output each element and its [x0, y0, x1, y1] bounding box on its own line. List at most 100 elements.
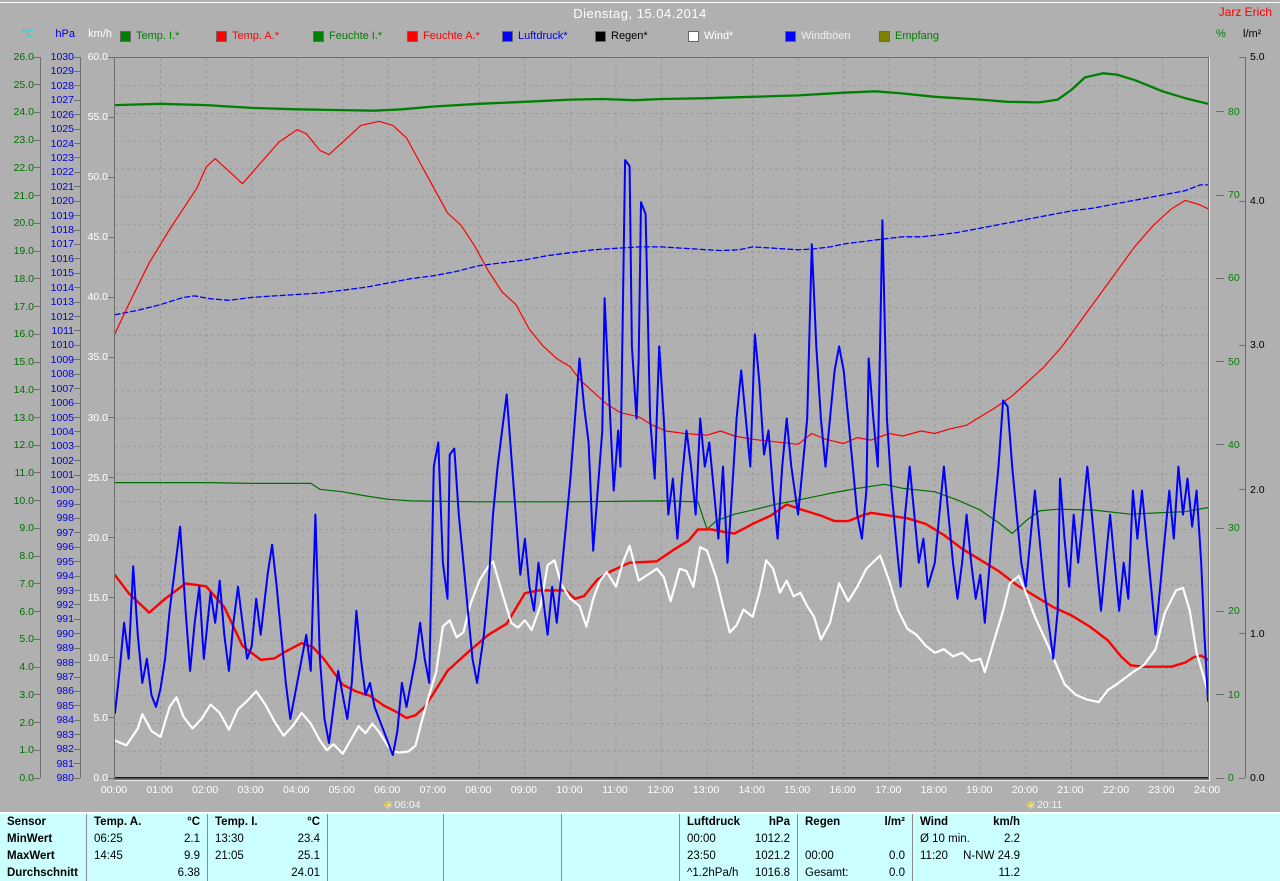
hpa-axis-tick-label: 999 — [56, 498, 74, 511]
cel-axis-tick — [34, 389, 40, 391]
table-cell-time: 23:50 — [687, 850, 716, 862]
hpa-axis-tick — [74, 114, 80, 116]
wind-axis-unit-label: km/h — [88, 28, 112, 40]
table-column-regen: Regen l/m² 00:00 0.0 Gesamt: 0.0 — [797, 814, 912, 881]
hpa-axis-tick — [74, 143, 80, 145]
pct-axis-tick-label: 50 — [1228, 355, 1240, 368]
hpa-axis-tick — [74, 171, 80, 173]
pct-axis-tick — [1216, 610, 1224, 612]
hpa-axis-tick-label: 990 — [56, 627, 74, 640]
table-cell-value: 1016.8 — [754, 867, 790, 879]
hpa-axis-tick — [74, 258, 80, 260]
kmh-axis-tick-label: 35.0 — [87, 351, 108, 364]
hpa-axis-tick — [74, 215, 80, 217]
time-tick-label: 23:00 — [1148, 784, 1175, 796]
hpa-axis-tick-label: 997 — [56, 526, 74, 539]
cel-axis-tick-label: 23.0 — [13, 134, 34, 147]
legend-item-label: Empfang — [895, 30, 940, 42]
cel-axis-tick-label: 1.0 — [19, 744, 34, 757]
time-tick-label: 24:00 — [1193, 784, 1221, 796]
cel-axis-tick-label: 11.0 — [14, 466, 34, 479]
legend-item-1[interactable]: Temp. A.* — [216, 30, 279, 42]
hpa-axis-tick — [74, 243, 80, 245]
hpa-axis-tick — [74, 590, 80, 592]
cel-axis-tick — [34, 195, 40, 197]
table-cell-value: 2.2 — [1004, 833, 1020, 845]
table-cell-time: 13:30 — [215, 833, 244, 845]
legend-swatch-icon — [407, 30, 418, 42]
temp-axis-unit-label: °C — [21, 28, 34, 40]
legend-item-4[interactable]: Luftdruck* — [502, 30, 568, 42]
hpa-axis-tick-label: 1027 — [50, 94, 74, 107]
hpa-axis-tick-label: 1024 — [50, 137, 74, 150]
table-cell-time: 00:00 — [687, 833, 716, 845]
cel-axis-tick-label: 0.0 — [19, 772, 34, 784]
cel-axis-tick — [34, 111, 40, 113]
table-cell-time: 21:05 — [215, 850, 244, 862]
rain-axis-unit-label: l/m² — [1243, 28, 1262, 40]
cel-axis-tick — [34, 167, 40, 169]
cel-axis-tick-label: 10.0 — [13, 494, 34, 507]
cel-axis-tick-label: 22.0 — [13, 161, 34, 174]
lm2-axis-tick-label: 4.0 — [1250, 195, 1265, 208]
cel-axis-tick-label: 3.0 — [19, 688, 34, 701]
hpa-axis-tick-label: 1019 — [50, 209, 74, 222]
legend-item-0[interactable]: Temp. I.* — [120, 30, 179, 42]
table-cell-time: 11:20 — [920, 850, 948, 862]
hpa-axis-tick-label: 1001 — [50, 469, 74, 482]
table-column-wind: Wind km/h Ø 10 min. 2.2 11:20 N-NW 24.9 11.2 — [912, 814, 1027, 881]
legend-item-label: Wind* — [704, 30, 734, 42]
hpa-axis-tick-label: 1018 — [50, 224, 74, 237]
table-cell-value: 0.0 — [889, 867, 905, 879]
kmh-axis-tick-label: 0.0 — [93, 772, 108, 784]
table-column-temp-a-: Temp. A. °C 06:25 2.1 14:45 9.9 6.38 — [86, 814, 207, 881]
hpa-axis-tick — [74, 633, 80, 635]
sunset-marker: ☀ 20:11 — [1025, 798, 1062, 812]
cel-axis-tick-label: 24.0 — [13, 106, 34, 119]
hpa-axis-tick-label: 1004 — [50, 425, 74, 438]
humidity-axis-unit-label: % — [1216, 28, 1226, 40]
cel-axis-tick-label: 6.0 — [19, 605, 34, 618]
table-column-name: Wind — [920, 816, 948, 828]
legend-item-3[interactable]: Feuchte A.* — [407, 30, 480, 42]
page-title: Dienstag, 15.04.2014 — [573, 6, 707, 21]
pressure-axis-unit-label: hPa — [55, 28, 75, 40]
hpa-axis-tick-label: 1028 — [50, 79, 74, 92]
hpa-axis-tick — [74, 388, 80, 390]
cel-axis-tick — [34, 583, 40, 585]
legend-item-7[interactable]: Windböen — [785, 30, 851, 42]
hpa-axis-tick — [74, 445, 80, 447]
legend-item-5[interactable]: Regen* — [595, 30, 648, 42]
legend-item-2[interactable]: Feuchte I.* — [313, 30, 382, 42]
table-column-empty — [561, 814, 679, 881]
legend-swatch-icon — [595, 30, 606, 42]
kmh-axis-tick-label: 55.0 — [87, 111, 108, 124]
hpa-axis-tick — [74, 575, 80, 577]
cel-axis-tick — [34, 222, 40, 224]
hpa-axis-tick-label: 995 — [56, 555, 74, 568]
hpa-axis-tick-label: 1020 — [50, 195, 74, 208]
cel-axis-tick — [34, 749, 40, 751]
legend-item-6[interactable]: Wind* — [688, 30, 733, 42]
table-row-label: MinWert — [7, 833, 53, 845]
legend-item-8[interactable]: Empfang — [879, 30, 939, 42]
hpa-axis-tick-label: 1029 — [50, 65, 74, 78]
hpa-axis-tick-label: 981 — [56, 757, 74, 770]
hpa-axis-tick — [74, 373, 80, 375]
pct-axis-tick — [1216, 277, 1224, 279]
hpa-axis-tick — [74, 402, 80, 404]
lm2-axis-line — [1245, 57, 1246, 778]
hpa-axis-tick — [74, 662, 80, 664]
chart-plot-area: RegenLuftdruckFeuchte I.Feuchte A.Temp. … — [114, 57, 1209, 780]
hpa-axis-tick — [74, 330, 80, 332]
hpa-axis-tick — [74, 287, 80, 289]
hpa-axis-tick-label: 1003 — [50, 440, 74, 453]
hpa-axis-tick-label: 1002 — [50, 454, 74, 467]
kmh-axis-tick-label: 30.0 — [87, 411, 108, 424]
cel-axis-tick — [34, 250, 40, 252]
cel-axis-tick-label: 18.0 — [13, 272, 34, 285]
pct-axis-tick-label: 10 — [1228, 688, 1240, 701]
cel-axis-tick-label: 14.0 — [13, 383, 34, 396]
cel-axis-tick-label: 26.0 — [13, 51, 34, 63]
pct-axis-tick — [1216, 111, 1224, 113]
